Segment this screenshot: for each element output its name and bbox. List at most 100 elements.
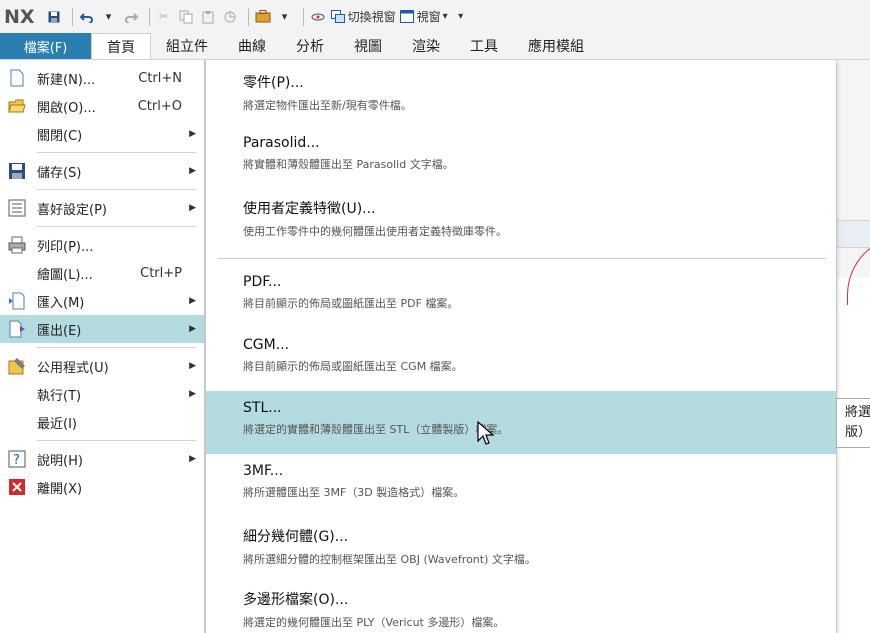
tab-assemblies[interactable]: 組立件 [151, 33, 223, 59]
ribbon-tab-bar: 檔案(F) 首頁 組立件 曲線 分析 視圖 渲染 工具 應用模組 [0, 33, 870, 60]
save-icon [9, 163, 25, 179]
submenu-arrow-icon: ▶ [189, 203, 196, 213]
switch-window-button[interactable]: 切換視窗 [330, 6, 396, 28]
menu-item-import[interactable]: 匯入(M) ▶ [0, 287, 204, 315]
toolbar-separator [71, 7, 73, 26]
toolbar-separator [148, 7, 150, 26]
export-item-udf[interactable]: 使用者定義特徵(U)... 使用工作零件中的幾何體匯出使用者定義特徵庫零件。 [206, 189, 836, 252]
menu-item-help[interactable]: ? 說明(H) ▶ [0, 445, 204, 473]
open-folder-icon [8, 99, 26, 113]
menu-item-label: 匯入(M) [37, 295, 85, 311]
copy-icon[interactable] [177, 6, 195, 28]
window-label: 視窗 [416, 10, 441, 24]
menu-item-label: 離開(X) [37, 481, 83, 497]
export-item-polygon-file[interactable]: 多邊形檔案(O)... 將選定的幾何體匯出至 PLY（Vericut 多邊形）檔… [206, 580, 836, 633]
export-item-title: 多邊形檔案(O)... [243, 592, 349, 608]
menu-item-label: 儲存(S) [37, 165, 82, 181]
tab-file[interactable]: 檔案(F) [0, 33, 91, 59]
export-item-parasolid[interactable]: Parasolid... 將實體和薄殼體匯出至 Parasolid 文字檔。 [206, 126, 836, 189]
toolbox-icon[interactable] [254, 6, 272, 28]
shortcut-label: Ctrl+O [137, 98, 182, 114]
export-item-description: 將選定的幾何體匯出至 PLY（Vericut 多邊形）檔案。 [243, 616, 505, 629]
export-item-3mf[interactable]: 3MF... 將所選體匯出至 3MF（3D 製造格式）檔案。 [206, 454, 836, 517]
tab-tools[interactable]: 工具 [455, 33, 513, 59]
export-item-description: 將目前顯示的佈局或圖紙匯出至 CGM 檔案。 [243, 360, 463, 373]
submenu-arrow-icon: ▶ [189, 296, 196, 306]
dropdown-arrow-icon[interactable]: ▾ [276, 6, 294, 28]
export-item-stl[interactable]: STL... 將選定的實體和薄殼體匯出至 STL（立體製版）檔案。 [206, 391, 836, 454]
submenu-arrow-icon: ▶ [189, 129, 196, 139]
menu-item-label: 最近(I) [37, 416, 77, 432]
customize-toolbar-icon[interactable]: ▾ [452, 6, 470, 28]
export-item-title: 細分幾何體(G)... [243, 529, 349, 545]
shortcut-label: Ctrl+P [140, 265, 182, 281]
menu-item-export[interactable]: 匯出(E) ▶ [0, 315, 204, 343]
menu-item-label: 說明(H) [37, 453, 83, 469]
export-item-title: 3MF... [243, 463, 284, 479]
export-icon [9, 320, 25, 338]
submenu-arrow-icon: ▶ [189, 454, 196, 464]
tab-home[interactable]: 首頁 [91, 33, 151, 59]
export-item-cgm[interactable]: CGM... 將目前顯示的佈局或圖紙匯出至 CGM 檔案。 [206, 328, 836, 391]
redo-icon[interactable] [122, 6, 140, 28]
dropdown-arrow-icon[interactable]: ▾ [100, 6, 118, 28]
tab-render[interactable]: 渲染 [397, 33, 455, 59]
menu-item-recent[interactable]: 最近(I) [0, 408, 204, 436]
export-item-description: 將目前顯示的佈局或圖紙匯出至 PDF 檔案。 [243, 297, 459, 310]
quick-access-toolbar: NX ▾ ✂ ▾ 切換視窗 視窗 ▾ ▾ [0, 0, 870, 33]
menu-item-label: 喜好設定(P) [37, 202, 107, 218]
submenu-arrow-icon: ▶ [189, 166, 196, 176]
mouse-cursor-icon [477, 421, 495, 445]
undo-icon[interactable] [78, 6, 96, 28]
toolbar-separator [247, 7, 249, 26]
menu-item-print[interactable]: 列印(P)... [0, 231, 204, 259]
repeat-command-icon[interactable] [221, 6, 239, 28]
command-finder-icon[interactable] [309, 6, 327, 28]
menu-item-new[interactable]: 新建(N)... Ctrl+N [0, 64, 204, 92]
menu-item-open[interactable]: 開啟(O)... Ctrl+O [0, 92, 204, 120]
submenu-arrow-icon: ▶ [189, 324, 196, 334]
utilities-icon [8, 358, 25, 375]
save-icon[interactable] [45, 6, 63, 28]
menu-item-close[interactable]: 關閉(C) ▶ [0, 120, 204, 148]
menu-item-exit[interactable]: 離開(X) [0, 473, 204, 501]
menu-item-preferences[interactable]: 喜好設定(P) ▶ [0, 194, 204, 222]
graphics-window[interactable] [837, 278, 870, 633]
new-file-icon [10, 69, 24, 87]
tab-view[interactable]: 視圖 [339, 33, 397, 59]
menu-item-label: 繪圖(L)... [37, 267, 93, 283]
export-item-description: 將選定物件匯出至新/現有零件檔。 [243, 99, 412, 112]
menu-item-utilities[interactable]: 公用程式(U) ▶ [0, 352, 204, 380]
export-item-description: 將所選細分體的控制框架匯出至 OBJ (Wavefront) 文字檔。 [243, 553, 536, 566]
menu-item-plot[interactable]: 繪圖(L)... Ctrl+P [0, 259, 204, 287]
help-icon: ? [8, 450, 26, 468]
tab-curve[interactable]: 曲線 [223, 33, 281, 59]
menu-item-save[interactable]: 儲存(S) ▶ [0, 157, 204, 185]
export-submenu: 零件(P)... 將選定物件匯出至新/現有零件檔。 Parasolid... 將… [205, 60, 836, 633]
preferences-icon [8, 199, 26, 217]
menu-item-execute[interactable]: 執行(T) ▶ [0, 380, 204, 408]
menu-item-label: 關閉(C) [37, 128, 83, 144]
tooltip: 將選 版） [836, 398, 870, 448]
menu-separator [37, 347, 196, 348]
dropdown-arrow-icon: ▾ [442, 11, 448, 22]
cut-icon[interactable]: ✂ [155, 6, 173, 28]
menu-separator [37, 440, 196, 441]
menu-separator [218, 258, 826, 259]
ribbon-group-strip [837, 220, 870, 248]
export-item-subdivision[interactable]: 細分幾何體(G)... 將所選細分體的控制框架匯出至 OBJ (Wavefron… [206, 517, 836, 580]
export-item-part[interactable]: 零件(P)... 將選定物件匯出至新/現有零件檔。 [206, 63, 836, 126]
shortcut-label: Ctrl+N [138, 70, 182, 86]
tab-analysis[interactable]: 分析 [281, 33, 339, 59]
tooltip-line: 將選 [845, 405, 870, 420]
export-item-pdf[interactable]: PDF... 將目前顯示的佈局或圖紙匯出至 PDF 檔案。 [206, 265, 836, 328]
menu-item-label: 新建(N)... [37, 72, 96, 88]
export-item-description: 將實體和薄殼體匯出至 Parasolid 文字檔。 [243, 158, 454, 171]
svg-text:?: ? [13, 453, 20, 468]
print-icon [8, 236, 26, 254]
window-button[interactable]: 視窗 ▾ [399, 6, 448, 28]
export-item-title: 零件(P)... [243, 75, 304, 91]
paste-icon[interactable] [199, 6, 217, 28]
menu-item-label: 執行(T) [37, 388, 82, 404]
tab-applications[interactable]: 應用模組 [513, 33, 599, 59]
